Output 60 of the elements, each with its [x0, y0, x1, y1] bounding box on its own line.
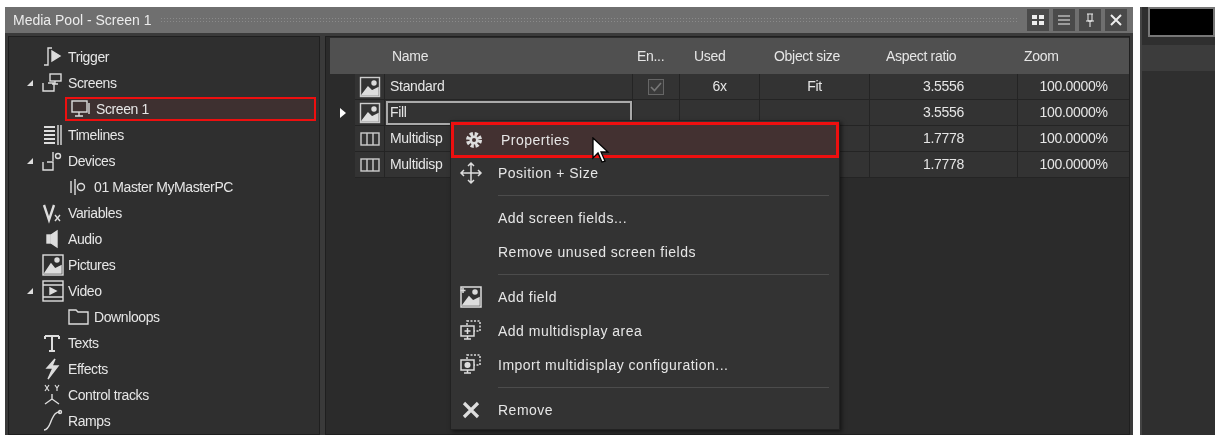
close-button[interactable]	[1105, 9, 1127, 31]
expander-icon[interactable]	[26, 157, 34, 165]
picture-icon	[41, 253, 65, 277]
timeline-icon	[41, 123, 65, 147]
table-cell: Standard	[385, 74, 633, 100]
table-cell: 100.0000%	[1018, 126, 1129, 152]
preview-box	[1148, 7, 1215, 37]
table-cell: 6x	[680, 74, 760, 100]
table-cell: 1.7778	[870, 126, 1018, 152]
tree-item[interactable]: Devices	[39, 149, 117, 173]
curve-icon	[41, 409, 65, 433]
move-icon	[459, 161, 483, 185]
add-picture-icon	[459, 285, 483, 309]
expander-icon[interactable]	[26, 287, 34, 295]
folder-monitor-icon	[41, 71, 65, 95]
menu-item[interactable]: Remove unused screen fields	[451, 235, 839, 269]
monitor-gear-icon	[459, 353, 483, 377]
menu-item[interactable]: Add field	[451, 280, 839, 314]
column-header[interactable]: Zoom	[1018, 45, 1129, 67]
menu-item[interactable]: Remove	[451, 393, 839, 427]
tree-item[interactable]: Pictures	[39, 253, 118, 277]
expander-icon[interactable]	[26, 79, 34, 87]
grid-button[interactable]	[1027, 9, 1049, 31]
pin-button[interactable]	[1079, 9, 1101, 31]
column-header[interactable]: Used	[680, 45, 760, 67]
film-icon	[41, 279, 65, 303]
table-cell: 100.0000%	[1018, 100, 1129, 126]
table-cell: 3.5556	[870, 74, 1018, 100]
menu-item[interactable]: Import multidisplay configuration...	[451, 348, 839, 382]
column-header[interactable]: En...	[633, 45, 680, 67]
tree-item[interactable]: Variables	[39, 201, 124, 225]
window-title: Media Pool - Screen 1	[13, 10, 152, 30]
tree-item[interactable]: Trigger	[39, 45, 112, 69]
tree-item[interactable]: Effects	[39, 357, 110, 381]
tree-item[interactable]: Downloops	[65, 305, 162, 329]
checkbox[interactable]	[648, 78, 664, 95]
column-header[interactable]: Name	[385, 45, 633, 67]
add-monitor-icon	[459, 319, 483, 343]
menu-item[interactable]: Properties	[451, 122, 839, 158]
tree-item[interactable]: Video	[39, 279, 104, 303]
tree-item[interactable]: Screens	[39, 71, 119, 95]
tree-item[interactable]: Ramps	[39, 409, 113, 433]
table-cell: 1.7778	[870, 152, 1018, 178]
column-header[interactable]: Object size	[760, 45, 870, 67]
menu-item[interactable]: Add multidisplay area	[451, 314, 839, 348]
table-cell: 3.5556	[870, 100, 1018, 126]
tree-item[interactable]: Timelines	[39, 123, 126, 147]
table-cell: Fit	[760, 74, 870, 100]
menu-item[interactable]: Add screen fields...	[451, 201, 839, 235]
table-cell: 100.0000%	[1018, 74, 1129, 100]
current-row-icon	[338, 108, 347, 118]
tree-item[interactable]: 01 Master MyMasterPC	[65, 175, 236, 199]
tree-item[interactable]: Control tracks	[39, 383, 151, 407]
cursor-icon	[592, 137, 612, 165]
tree-item[interactable]: Screen 1	[65, 97, 316, 121]
tree-item[interactable]: Texts	[39, 331, 101, 355]
table-cell: 100.0000%	[1018, 152, 1129, 178]
tree-item[interactable]: Audio	[39, 227, 104, 251]
column-header[interactable]: Aspect ratio	[870, 45, 1018, 67]
menu-button[interactable]	[1053, 9, 1075, 31]
